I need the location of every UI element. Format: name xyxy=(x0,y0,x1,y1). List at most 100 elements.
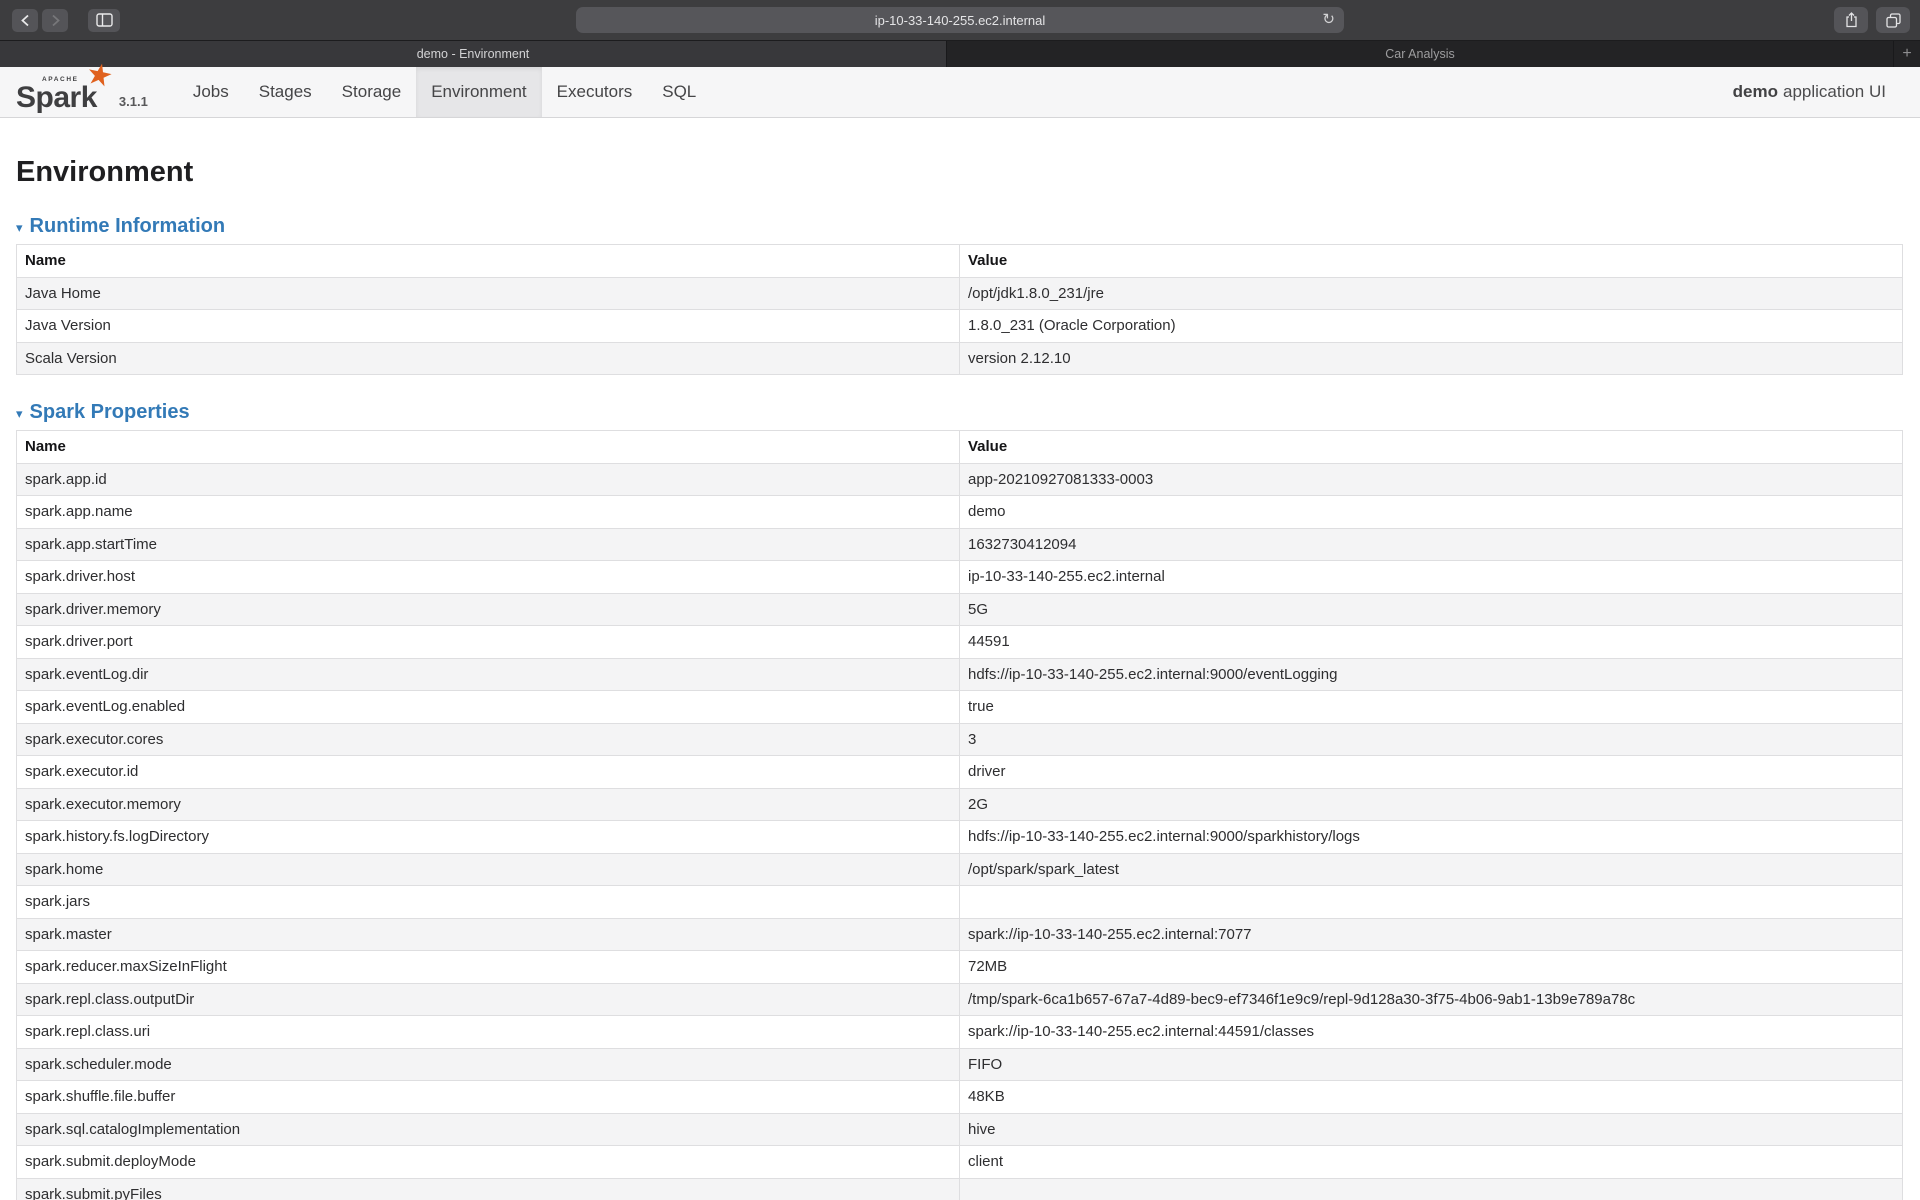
property-name-cell: spark.driver.host xyxy=(17,561,960,594)
spark-nav: Jobs Stages Storage Environment Executor… xyxy=(178,67,711,117)
property-name-cell: spark.app.id xyxy=(17,463,960,496)
property-name-cell: spark.eventLog.dir xyxy=(17,658,960,691)
spark-nav-item-executors[interactable]: Executors xyxy=(542,67,648,117)
tab-overview-button[interactable] xyxy=(1876,7,1910,33)
table-row: spark.app.startTime1632730412094 xyxy=(17,528,1903,561)
property-value-cell: spark://ip-10-33-140-255.ec2.internal:70… xyxy=(960,918,1903,951)
sidebar-toggle-button[interactable] xyxy=(88,9,120,32)
property-value-cell: FIFO xyxy=(960,1048,1903,1081)
property-name-cell: spark.history.fs.logDirectory xyxy=(17,821,960,854)
property-value-cell: /tmp/spark-6ca1b657-67a7-4d89-bec9-ef734… xyxy=(960,983,1903,1016)
property-value-cell: app-20210927081333-0003 xyxy=(960,463,1903,496)
share-button[interactable] xyxy=(1834,7,1868,33)
table-row: spark.scheduler.modeFIFO xyxy=(17,1048,1903,1081)
property-value-cell xyxy=(960,886,1903,919)
property-value-cell: 5G xyxy=(960,593,1903,626)
url-bar[interactable]: ip-10-33-140-255.ec2.internal ↻ xyxy=(576,7,1344,33)
spark-nav-item-stages[interactable]: Stages xyxy=(244,67,327,117)
table-row: spark.eventLog.enabledtrue xyxy=(17,691,1903,724)
page-title: Environment xyxy=(16,156,1903,189)
property-value-cell: client xyxy=(960,1146,1903,1179)
new-tab-button[interactable]: + xyxy=(1894,41,1920,67)
table-row: spark.executor.memory2G xyxy=(17,788,1903,821)
sidebar-icon xyxy=(96,13,113,27)
property-name-cell: spark.shuffle.file.buffer xyxy=(17,1081,960,1114)
property-name-cell: spark.executor.id xyxy=(17,756,960,789)
value-column-header: Value xyxy=(960,245,1903,278)
property-name-cell: spark.driver.memory xyxy=(17,593,960,626)
url-text: ip-10-33-140-255.ec2.internal xyxy=(875,13,1046,28)
property-name-cell: spark.master xyxy=(17,918,960,951)
property-name-cell: spark.scheduler.mode xyxy=(17,1048,960,1081)
property-value-cell xyxy=(960,1178,1903,1200)
property-value-cell: demo xyxy=(960,496,1903,529)
table-row: Java Home/opt/jdk1.8.0_231/jre xyxy=(17,277,1903,310)
spark-version: 3.1.1 xyxy=(119,94,148,117)
collapse-arrow-icon: ▾ xyxy=(16,405,23,420)
main-content: Environment ▾ Runtime Information Name V… xyxy=(0,118,1920,1200)
table-row: spark.driver.port44591 xyxy=(17,626,1903,659)
property-value-cell: 48KB xyxy=(960,1081,1903,1114)
table-row: spark.executor.cores3 xyxy=(17,723,1903,756)
property-value-cell: /opt/spark/spark_latest xyxy=(960,853,1903,886)
property-name-cell: spark.repl.class.outputDir xyxy=(17,983,960,1016)
property-name-cell: spark.app.name xyxy=(17,496,960,529)
tab-title: Car Analysis xyxy=(1385,47,1454,61)
app-name: demo xyxy=(1733,82,1778,102)
forward-button[interactable] xyxy=(42,9,68,32)
property-value-cell: ip-10-33-140-255.ec2.internal xyxy=(960,561,1903,594)
table-row: spark.masterspark://ip-10-33-140-255.ec2… xyxy=(17,918,1903,951)
property-value-cell: hive xyxy=(960,1113,1903,1146)
table-row: Java Version1.8.0_231 (Oracle Corporatio… xyxy=(17,310,1903,343)
property-value-cell: 2G xyxy=(960,788,1903,821)
table-row: spark.eventLog.dirhdfs://ip-10-33-140-25… xyxy=(17,658,1903,691)
tab-overview-icon xyxy=(1886,13,1901,28)
back-button[interactable] xyxy=(12,9,38,32)
property-name-cell: spark.executor.memory xyxy=(17,788,960,821)
section-title-text: Spark Properties xyxy=(30,401,190,424)
property-value-cell: 44591 xyxy=(960,626,1903,659)
app-suffix: application UI xyxy=(1783,82,1886,102)
property-name-cell: spark.home xyxy=(17,853,960,886)
table-row: spark.reducer.maxSizeInFlight72MB xyxy=(17,951,1903,984)
property-value-cell: driver xyxy=(960,756,1903,789)
table-row: spark.driver.hostip-10-33-140-255.ec2.in… xyxy=(17,561,1903,594)
apache-label: APACHE xyxy=(42,76,79,83)
spark-nav-item-environment[interactable]: Environment xyxy=(416,67,541,117)
table-row: spark.submit.deployModeclient xyxy=(17,1146,1903,1179)
property-name-cell: spark.sql.catalogImplementation xyxy=(17,1113,960,1146)
table-header-row: Name Value xyxy=(17,245,1903,278)
property-name-cell: Java Version xyxy=(17,310,960,343)
property-name-cell: spark.jars xyxy=(17,886,960,919)
table-row: spark.driver.memory5G xyxy=(17,593,1903,626)
spark-logo[interactable]: APACHE Spark ★ xyxy=(16,67,97,117)
spark-nav-item-jobs[interactable]: Jobs xyxy=(178,67,244,117)
tab-car-analysis[interactable]: Car Analysis xyxy=(947,41,1894,67)
reload-icon[interactable]: ↻ xyxy=(1322,11,1335,29)
property-value-cell: /opt/jdk1.8.0_231/jre xyxy=(960,277,1903,310)
property-name-cell: Java Home xyxy=(17,277,960,310)
spark-nav-item-sql[interactable]: SQL xyxy=(647,67,711,117)
spark-properties-table: Name Value spark.app.idapp-2021092708133… xyxy=(16,430,1903,1200)
property-value-cell: true xyxy=(960,691,1903,724)
property-value-cell: 1632730412094 xyxy=(960,528,1903,561)
property-name-cell: Scala Version xyxy=(17,342,960,375)
runtime-information-header[interactable]: ▾ Runtime Information xyxy=(16,215,1903,238)
value-column-header: Value xyxy=(960,431,1903,464)
spark-properties-header[interactable]: ▾ Spark Properties xyxy=(16,401,1903,424)
runtime-information-table: Name Value Java Home/opt/jdk1.8.0_231/jr… xyxy=(16,244,1903,375)
back-chevron-icon xyxy=(20,14,31,27)
forward-chevron-icon xyxy=(50,14,61,27)
property-value-cell: 1.8.0_231 (Oracle Corporation) xyxy=(960,310,1903,343)
spark-nav-item-storage[interactable]: Storage xyxy=(327,67,417,117)
tab-demo-environment[interactable]: demo - Environment xyxy=(0,41,947,67)
property-value-cell: spark://ip-10-33-140-255.ec2.internal:44… xyxy=(960,1016,1903,1049)
name-column-header: Name xyxy=(17,431,960,464)
spark-navbar: APACHE Spark ★ 3.1.1 Jobs Stages Storage… xyxy=(0,67,1920,118)
tab-bar: demo - Environment Car Analysis + xyxy=(0,40,1920,67)
property-name-cell: spark.executor.cores xyxy=(17,723,960,756)
table-row: spark.sql.catalogImplementationhive xyxy=(17,1113,1903,1146)
table-row: Scala Versionversion 2.12.10 xyxy=(17,342,1903,375)
tab-title: demo - Environment xyxy=(417,47,530,61)
property-name-cell: spark.reducer.maxSizeInFlight xyxy=(17,951,960,984)
